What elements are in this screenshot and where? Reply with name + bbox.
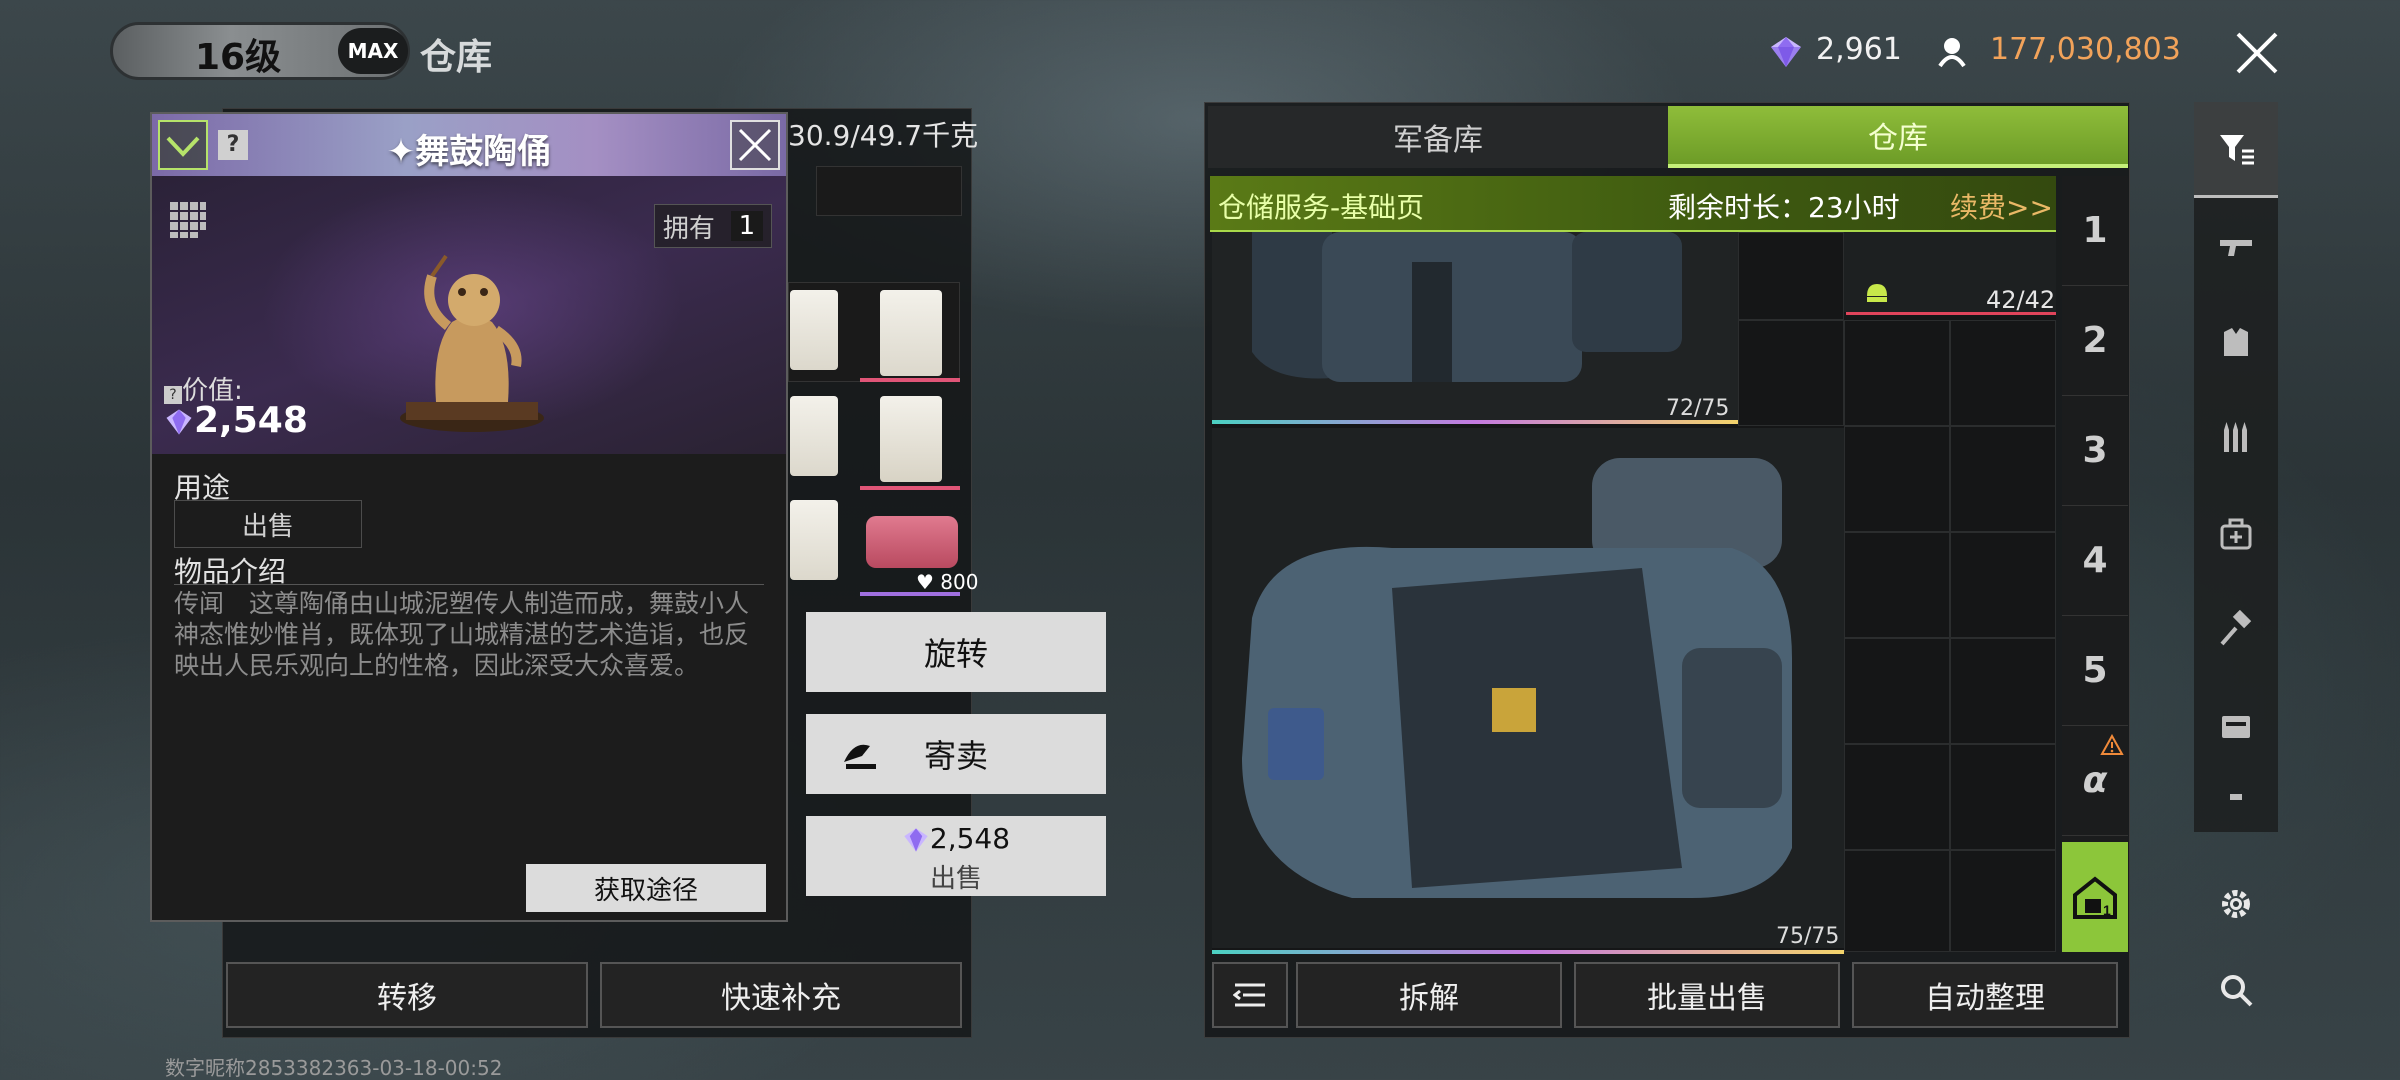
close-icon[interactable] [2232, 28, 2282, 78]
sell-label: 出售 [929, 864, 982, 894]
medkit-icon [2220, 518, 2252, 550]
collapse-button[interactable] [158, 120, 208, 170]
quick-refill-button[interactable]: 快速补充 [600, 962, 962, 1028]
warehouse-icon: 1 [2073, 876, 2117, 919]
menu-icon [1233, 983, 1265, 1007]
filter-containers[interactable] [2194, 678, 2278, 774]
page-tab-3[interactable]: 3 [2062, 396, 2128, 506]
owned-label: 拥有 [662, 213, 715, 244]
gun-icon [2220, 240, 2252, 256]
backpack-item[interactable] [1212, 232, 1738, 422]
diamond-icon [904, 828, 928, 852]
search-button[interactable] [2194, 942, 2278, 1038]
owned-count-box: 拥有 1 [654, 204, 772, 248]
filter-tools[interactable] [2194, 582, 2278, 678]
mahjong-tile[interactable] [790, 500, 838, 580]
warning-icon [2100, 734, 2124, 755]
dismantle-button[interactable]: 拆解 [1296, 962, 1562, 1028]
page-title: 仓库 [420, 37, 493, 78]
more-icon [2230, 794, 2242, 800]
filter-all[interactable] [2194, 102, 2278, 198]
inventory-slot[interactable] [816, 166, 962, 216]
mahjong-tile[interactable] [880, 290, 942, 376]
close-icon [738, 128, 772, 162]
weight-readout: 30.9/49.7千克 [788, 119, 979, 152]
backpack-item[interactable] [1212, 428, 1844, 948]
rarity-bar [860, 486, 960, 490]
grid-size-icon [170, 202, 206, 238]
rarity-bar [860, 592, 960, 596]
filter-medical[interactable] [2194, 486, 2278, 582]
backpack-image [1242, 458, 1792, 898]
rarity-bar [860, 378, 960, 382]
helmet-durability: 42/42 [1986, 286, 2056, 314]
service-title: 仓储服务-基础页 [1218, 191, 1425, 224]
slot-value: ♥ 800 [916, 570, 979, 594]
hammer-icon [2220, 610, 2252, 646]
svg-text:1: 1 [2103, 902, 2111, 918]
rarity-bar [1212, 950, 1844, 954]
diamond-icon [1771, 37, 1801, 67]
mahjong-tile[interactable] [790, 396, 838, 476]
bag-durability: 72/75 [1666, 396, 1730, 421]
consign-icon [844, 744, 876, 769]
first-aid-kit[interactable] [866, 516, 958, 568]
bag-durability: 75/75 [1776, 924, 1840, 949]
rarity-bar [1846, 312, 2056, 315]
chevron-down-icon [166, 136, 200, 157]
clay-figurine-image [400, 254, 544, 432]
mahjong-tile[interactable] [790, 290, 838, 370]
intro-text: 传闻 这尊陶俑由山城泥塑传人制造而成，舞鼓小人神态惟妙惟肖，既体现了山城精湛的艺… [174, 589, 750, 680]
mahjong-tile[interactable] [880, 396, 942, 482]
coins-amount: 177,030,803 [1990, 32, 2181, 67]
rarity-bar [1212, 420, 1738, 424]
page-tab-2[interactable]: 2 [2062, 286, 2128, 396]
sell-price: 2,548 [806, 822, 1106, 855]
box-icon [2222, 716, 2250, 738]
renew-link[interactable]: 续费>> [1950, 186, 2053, 226]
divider [174, 584, 764, 585]
transfer-button[interactable]: 转移 [226, 962, 588, 1028]
auto-sort-button[interactable]: 自动整理 [1852, 962, 2118, 1028]
helmet-icon [1867, 284, 1887, 302]
rotate-button[interactable]: 旋转 [806, 612, 1106, 692]
warehouse-home-tab[interactable]: 1 [2062, 842, 2128, 952]
bulk-sell-button[interactable]: 批量出售 [1574, 962, 1840, 1028]
max-badge: MAX [338, 28, 408, 74]
acquire-method-button[interactable]: 获取途径 [526, 864, 766, 912]
page-tab-1[interactable]: 1 [2062, 176, 2128, 286]
service-remaining: 剩余时长：23小时 [1668, 191, 1900, 224]
help-icon[interactable]: ? [218, 130, 248, 160]
close-detail-button[interactable] [730, 120, 780, 170]
item-detail-card: ✦舞鼓陶俑 ? 拥有 1 ? 价值: 2,548 用途 出售 物品介绍 传闻 这… [150, 112, 788, 922]
filter-icon [2220, 134, 2254, 164]
usage-sell-tag: 出售 [174, 500, 362, 548]
filter-ammo[interactable] [2194, 390, 2278, 486]
filter-guns[interactable] [2194, 198, 2278, 294]
page-tab-5[interactable]: 5 [2062, 616, 2128, 726]
gear-icon [2222, 890, 2250, 918]
item-value: 2,548 [164, 400, 308, 441]
filter-more[interactable] [2194, 762, 2278, 832]
watermark: 数字昵称2853382363-03-18-00:52 [165, 1056, 503, 1080]
tab-armory[interactable]: 军备库 [1208, 106, 1668, 168]
tab-warehouse[interactable]: 仓库 [1668, 106, 2128, 168]
owned-count: 1 [730, 211, 764, 241]
backpack-image [1252, 232, 1682, 382]
gems-amount: 2,961 [1816, 32, 1902, 67]
settings-button[interactable] [2194, 856, 2278, 952]
level-text: 16级 [195, 37, 282, 78]
vest-icon [2224, 328, 2248, 356]
sell-button[interactable]: 2,548 出售 [806, 816, 1106, 896]
menu-button[interactable] [1212, 962, 1288, 1028]
search-icon [2221, 975, 2253, 1007]
coin-icon [1938, 38, 1966, 68]
consign-button[interactable]: 寄卖 [806, 714, 1106, 794]
ammo-icon [2224, 422, 2247, 452]
page-tab-4[interactable]: 4 [2062, 506, 2128, 616]
filter-gear[interactable] [2194, 294, 2278, 390]
diamond-icon [166, 409, 192, 435]
